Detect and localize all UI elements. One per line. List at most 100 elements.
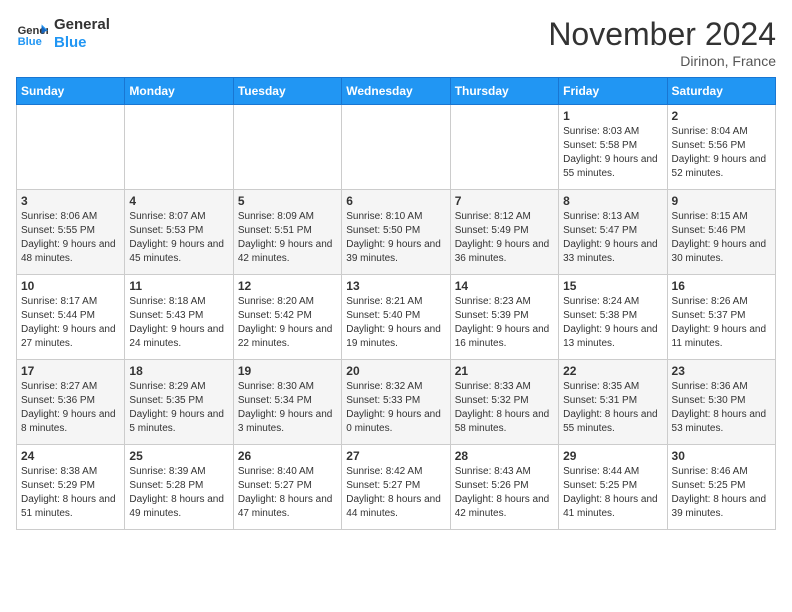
day-cell: 16Sunrise: 8:26 AM Sunset: 5:37 PM Dayli… (667, 275, 775, 360)
day-number: 29 (563, 449, 662, 463)
calendar-body: 1 Sunrise: 8:03 AM Sunset: 5:58 PM Daylig… (17, 105, 776, 530)
day-info: Sunrise: 8:04 AM Sunset: 5:56 PM Dayligh… (672, 125, 771, 181)
day-cell: 21 Sunrise: 8:33 AM Sunset: 5:32 PM Dayli… (450, 360, 558, 445)
week-row-2: 3 Sunrise: 8:06 AM Sunset: 5:55 PM Daylig… (17, 190, 776, 275)
day-cell: 15Sunrise: 8:24 AM Sunset: 5:38 PM Dayli… (559, 275, 667, 360)
day-number: 8 (563, 194, 662, 208)
day-cell: 28 Sunrise: 8:43 AM Sunset: 5:26 PM Dayli… (450, 445, 558, 530)
day-number: 23 (672, 364, 771, 378)
day-cell (233, 105, 341, 190)
day-info: Sunrise: 8:44 AM Sunset: 5:25 PM Dayligh… (563, 465, 662, 521)
day-info: Sunrise: 8:43 AM Sunset: 5:26 PM Dayligh… (455, 465, 554, 521)
day-cell (125, 105, 233, 190)
day-info: Sunrise: 8:42 AM Sunset: 5:27 PM Dayligh… (346, 465, 445, 521)
day-info: Sunrise: 8:29 AM Sunset: 5:35 PM Dayligh… (129, 380, 228, 436)
day-info: Sunrise: 8:23 AM Sunset: 5:39 PM Dayligh… (455, 295, 554, 351)
day-number: 9 (672, 194, 771, 208)
day-cell: 14 Sunrise: 8:23 AM Sunset: 5:39 PM Dayli… (450, 275, 558, 360)
day-number: 26 (238, 449, 337, 463)
logo-general: General (54, 16, 110, 34)
col-header-sunday: Sunday (17, 78, 125, 105)
day-number: 2 (672, 109, 771, 123)
day-info: Sunrise: 8:26 AM Sunset: 5:37 PM Dayligh… (672, 295, 771, 351)
day-info: Sunrise: 8:12 AM Sunset: 5:49 PM Dayligh… (455, 210, 554, 266)
day-number: 5 (238, 194, 337, 208)
week-row-3: 10Sunrise: 8:17 AM Sunset: 5:44 PM Dayli… (17, 275, 776, 360)
logo: General Blue General Blue (16, 16, 110, 52)
calendar-table: SundayMondayTuesdayWednesdayThursdayFrid… (16, 77, 776, 530)
logo-blue: Blue (54, 34, 110, 52)
day-number: 15 (563, 279, 662, 293)
col-header-monday: Monday (125, 78, 233, 105)
day-number: 18 (129, 364, 228, 378)
day-cell: 1 Sunrise: 8:03 AM Sunset: 5:58 PM Daylig… (559, 105, 667, 190)
day-number: 1 (563, 109, 662, 123)
day-number: 11 (129, 279, 228, 293)
day-cell: 29 Sunrise: 8:44 AM Sunset: 5:25 PM Dayli… (559, 445, 667, 530)
week-row-4: 17Sunrise: 8:27 AM Sunset: 5:36 PM Dayli… (17, 360, 776, 445)
location: Dirinon, France (548, 53, 776, 69)
day-cell: 6Sunrise: 8:10 AM Sunset: 5:50 PM Daylig… (342, 190, 450, 275)
day-info: Sunrise: 8:03 AM Sunset: 5:58 PM Dayligh… (563, 125, 662, 181)
day-cell (17, 105, 125, 190)
day-info: Sunrise: 8:17 AM Sunset: 5:44 PM Dayligh… (21, 295, 120, 351)
day-info: Sunrise: 8:46 AM Sunset: 5:25 PM Dayligh… (672, 465, 771, 521)
day-number: 12 (238, 279, 337, 293)
day-number: 25 (129, 449, 228, 463)
day-info: Sunrise: 8:07 AM Sunset: 5:53 PM Dayligh… (129, 210, 228, 266)
day-number: 13 (346, 279, 445, 293)
day-number: 22 (563, 364, 662, 378)
day-cell: 9 Sunrise: 8:15 AM Sunset: 5:46 PM Daylig… (667, 190, 775, 275)
day-cell: 4 Sunrise: 8:07 AM Sunset: 5:53 PM Daylig… (125, 190, 233, 275)
day-info: Sunrise: 8:32 AM Sunset: 5:33 PM Dayligh… (346, 380, 445, 436)
day-cell: 19Sunrise: 8:30 AM Sunset: 5:34 PM Dayli… (233, 360, 341, 445)
day-info: Sunrise: 8:38 AM Sunset: 5:29 PM Dayligh… (21, 465, 120, 521)
day-cell: 27 Sunrise: 8:42 AM Sunset: 5:27 PM Dayli… (342, 445, 450, 530)
day-number: 28 (455, 449, 554, 463)
day-cell (342, 105, 450, 190)
day-cell: 3 Sunrise: 8:06 AM Sunset: 5:55 PM Daylig… (17, 190, 125, 275)
col-header-wednesday: Wednesday (342, 78, 450, 105)
day-info: Sunrise: 8:21 AM Sunset: 5:40 PM Dayligh… (346, 295, 445, 351)
day-cell (450, 105, 558, 190)
col-header-thursday: Thursday (450, 78, 558, 105)
day-info: Sunrise: 8:35 AM Sunset: 5:31 PM Dayligh… (563, 380, 662, 436)
day-cell: 17Sunrise: 8:27 AM Sunset: 5:36 PM Dayli… (17, 360, 125, 445)
day-cell: 20 Sunrise: 8:32 AM Sunset: 5:33 PM Dayli… (342, 360, 450, 445)
day-info: Sunrise: 8:06 AM Sunset: 5:55 PM Dayligh… (21, 210, 120, 266)
day-cell: 11 Sunrise: 8:18 AM Sunset: 5:43 PM Dayli… (125, 275, 233, 360)
day-number: 21 (455, 364, 554, 378)
col-header-friday: Friday (559, 78, 667, 105)
week-row-5: 24Sunrise: 8:38 AM Sunset: 5:29 PM Dayli… (17, 445, 776, 530)
day-number: 20 (346, 364, 445, 378)
day-cell: 8Sunrise: 8:13 AM Sunset: 5:47 PM Daylig… (559, 190, 667, 275)
day-number: 14 (455, 279, 554, 293)
day-cell: 18 Sunrise: 8:29 AM Sunset: 5:35 PM Dayli… (125, 360, 233, 445)
day-info: Sunrise: 8:18 AM Sunset: 5:43 PM Dayligh… (129, 295, 228, 351)
calendar-header-row: SundayMondayTuesdayWednesdayThursdayFrid… (17, 78, 776, 105)
day-cell: 24Sunrise: 8:38 AM Sunset: 5:29 PM Dayli… (17, 445, 125, 530)
day-number: 30 (672, 449, 771, 463)
day-info: Sunrise: 8:36 AM Sunset: 5:30 PM Dayligh… (672, 380, 771, 436)
day-number: 7 (455, 194, 554, 208)
day-number: 3 (21, 194, 120, 208)
day-number: 19 (238, 364, 337, 378)
page-header: General Blue General Blue November 2024 … (16, 16, 776, 69)
day-cell: 5Sunrise: 8:09 AM Sunset: 5:51 PM Daylig… (233, 190, 341, 275)
day-cell: 23 Sunrise: 8:36 AM Sunset: 5:30 PM Dayli… (667, 360, 775, 445)
title-area: November 2024 Dirinon, France (548, 16, 776, 69)
day-number: 27 (346, 449, 445, 463)
day-info: Sunrise: 8:39 AM Sunset: 5:28 PM Dayligh… (129, 465, 228, 521)
logo-icon: General Blue (16, 18, 48, 50)
month-title: November 2024 (548, 16, 776, 53)
col-header-tuesday: Tuesday (233, 78, 341, 105)
day-cell: 25 Sunrise: 8:39 AM Sunset: 5:28 PM Dayli… (125, 445, 233, 530)
day-cell: 10Sunrise: 8:17 AM Sunset: 5:44 PM Dayli… (17, 275, 125, 360)
day-cell: 7 Sunrise: 8:12 AM Sunset: 5:49 PM Daylig… (450, 190, 558, 275)
day-info: Sunrise: 8:40 AM Sunset: 5:27 PM Dayligh… (238, 465, 337, 521)
day-cell: 13 Sunrise: 8:21 AM Sunset: 5:40 PM Dayli… (342, 275, 450, 360)
day-number: 4 (129, 194, 228, 208)
day-info: Sunrise: 8:20 AM Sunset: 5:42 PM Dayligh… (238, 295, 337, 351)
day-info: Sunrise: 8:15 AM Sunset: 5:46 PM Dayligh… (672, 210, 771, 266)
day-info: Sunrise: 8:33 AM Sunset: 5:32 PM Dayligh… (455, 380, 554, 436)
